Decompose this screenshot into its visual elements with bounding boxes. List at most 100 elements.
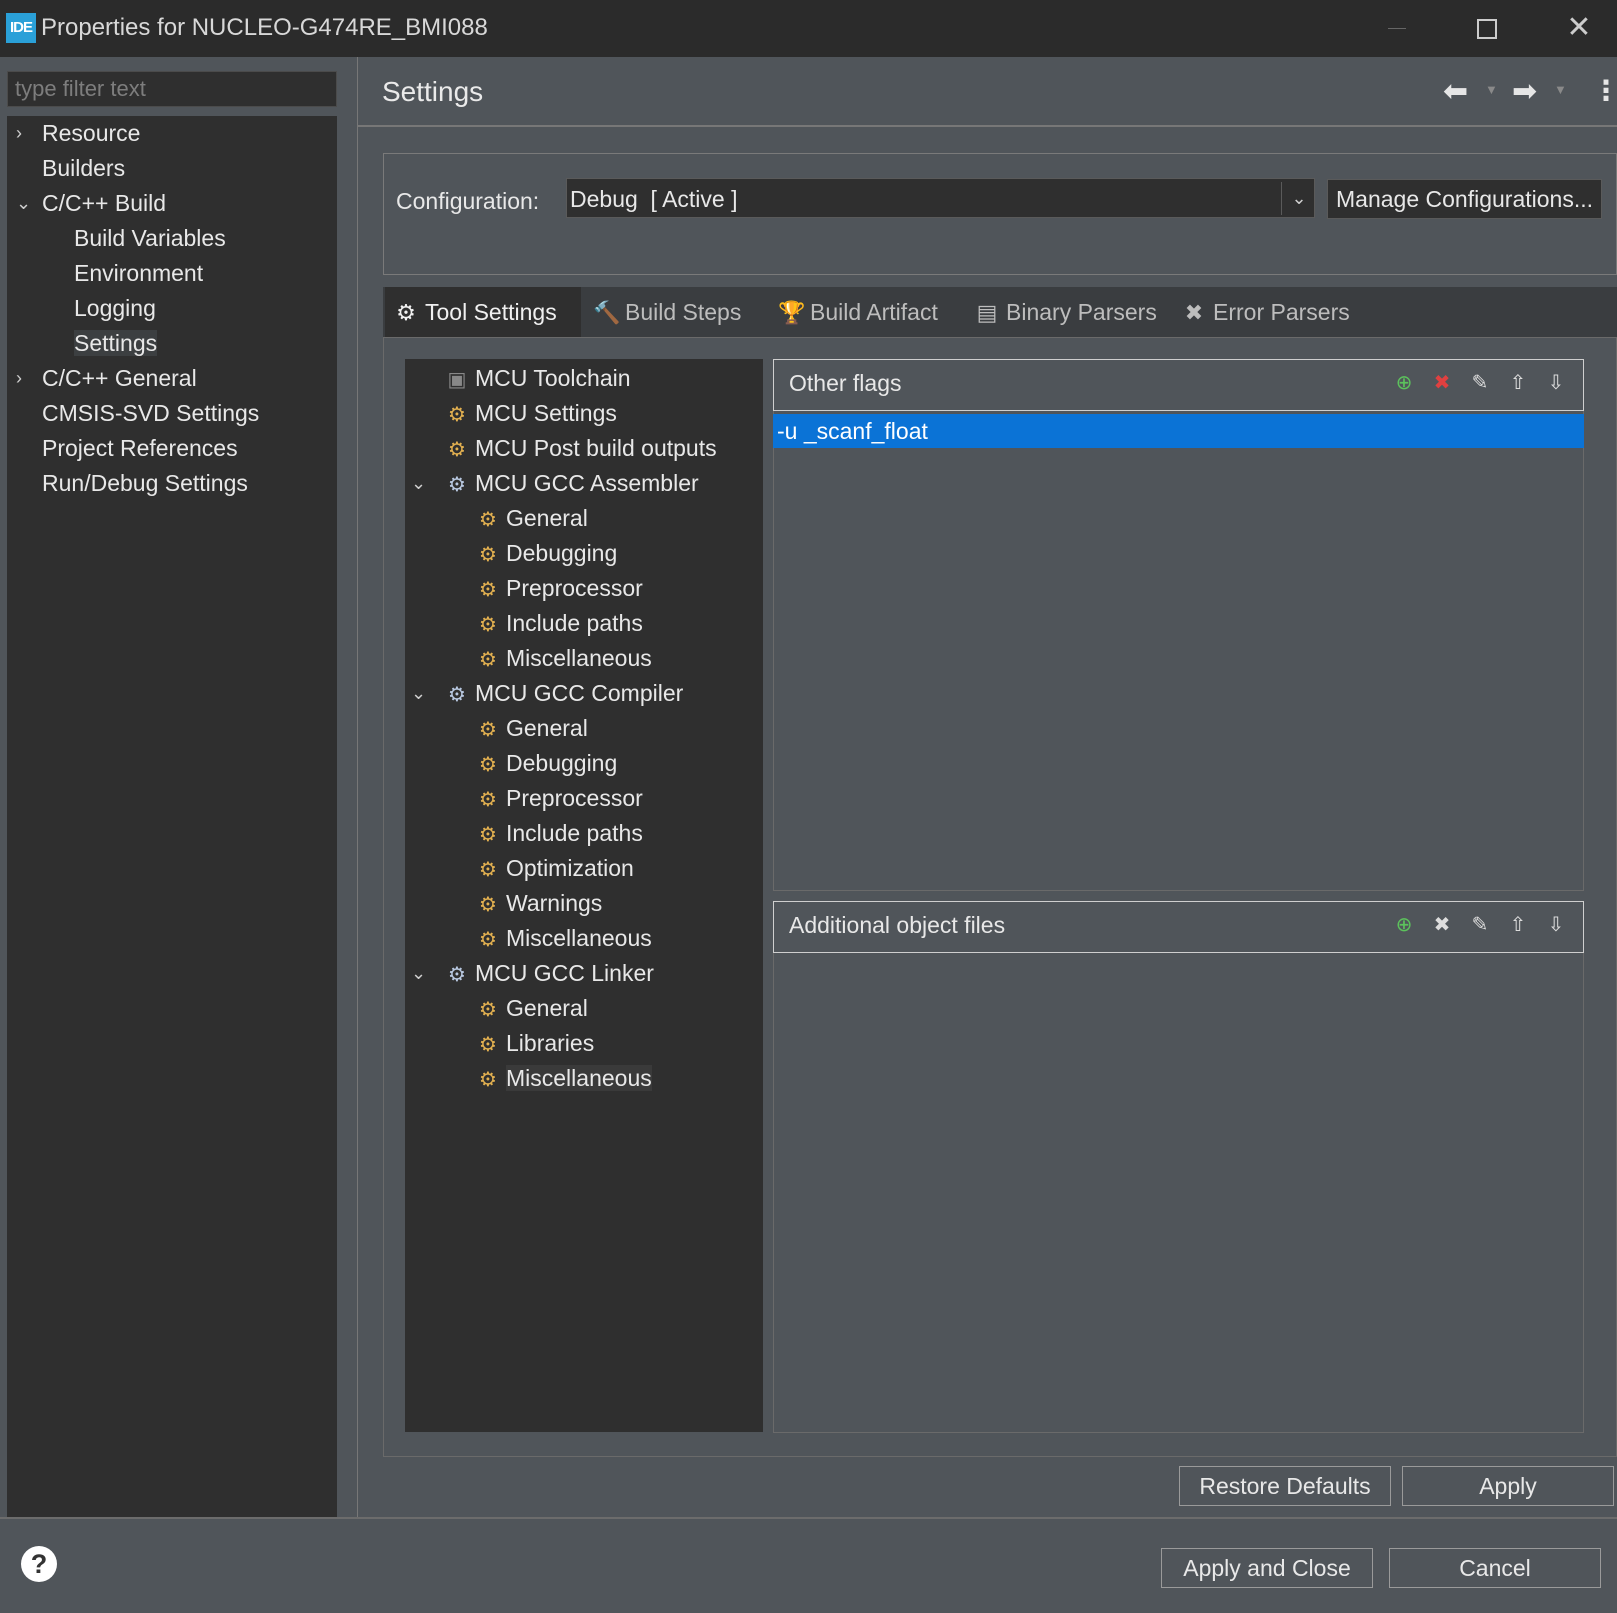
tool-tree-item[interactable]: ⚙ MCU Settings xyxy=(443,396,617,430)
nav-item-label: C/C++ Build xyxy=(42,190,167,216)
tool-tree-item[interactable]: ⚙ General xyxy=(474,991,588,1025)
nav-item[interactable]: Environment xyxy=(74,256,203,290)
tool-tree-item[interactable]: ▣ MCU Toolchain xyxy=(443,361,631,395)
forward-dropdown-icon[interactable]: ▼ xyxy=(1554,82,1567,97)
nav-item[interactable]: Project References xyxy=(42,431,238,465)
tool-tree-label: Miscellaneous xyxy=(506,645,652,671)
tool-tree-item[interactable]: ⚙ Preprocessor xyxy=(474,781,643,815)
settings-folder-icon: ⚙ xyxy=(479,544,497,566)
settings-folder-icon: ⚙ xyxy=(479,614,497,636)
settings-folder-icon: ⚙ xyxy=(479,1069,497,1091)
tool-tree-item[interactable]: ⚙ Miscellaneous xyxy=(474,641,652,675)
chevron-down-icon[interactable]: ⌄ xyxy=(16,186,36,220)
tool-tree-label: Preprocessor xyxy=(506,785,643,811)
nav-item[interactable]: Run/Debug Settings xyxy=(42,466,248,500)
chevron-down-icon[interactable]: ⌄ xyxy=(411,956,431,990)
tool-settings-tree[interactable]: ▣ MCU Toolchain ⚙ MCU Settings ⚙ MCU Post bui… xyxy=(405,359,763,1432)
tool-tree-label: Include paths xyxy=(506,820,643,846)
tool-tree-item[interactable]: ⚙ Preprocessor xyxy=(474,571,643,605)
tool-tree-item[interactable]: ⌄ ⚙ MCU GCC Compiler xyxy=(411,676,683,710)
nav-item[interactable]: Settings xyxy=(74,326,158,360)
cancel-button[interactable]: Cancel xyxy=(1389,1548,1601,1588)
chevron-down-icon[interactable]: ⌄ xyxy=(411,466,431,500)
tool-tree-item[interactable]: ⚙ Debugging xyxy=(474,536,617,570)
tool-tree-item[interactable]: ⚙ Miscellaneous xyxy=(474,1061,652,1095)
tool-tree-label: Miscellaneous xyxy=(506,925,652,951)
tool-tree-item[interactable]: ⚙ Include paths xyxy=(474,816,643,850)
flags-move-down-icon[interactable]: ⇩ xyxy=(1542,368,1570,398)
nav-item[interactable]: Builders xyxy=(42,151,125,185)
tab-build-artifact[interactable]: 🏆 Build Artifact xyxy=(770,287,960,337)
tool-tree-item[interactable]: ⚙ Warnings xyxy=(474,886,602,920)
nav-item[interactable]: › C/C++ General xyxy=(16,361,197,395)
tool-tree-item[interactable]: ⚙ Debugging xyxy=(474,746,617,780)
help-icon[interactable]: ? xyxy=(21,1546,57,1582)
settings-folder-icon: ⚙ xyxy=(479,859,497,881)
tool-tree-item[interactable]: ⚙ Include paths xyxy=(474,606,643,640)
restore-defaults-button[interactable]: Restore Defaults xyxy=(1179,1466,1391,1506)
tool-tree-label: MCU GCC Assembler xyxy=(475,470,699,496)
back-dropdown-icon[interactable]: ▼ xyxy=(1485,82,1498,97)
tab-error-parsers[interactable]: ✖ Error Parsers xyxy=(1173,287,1373,337)
flag-list-item[interactable]: -u _scanf_float xyxy=(773,414,1584,448)
settings-folder-icon: ⚙ xyxy=(448,439,466,461)
tool-tree-item[interactable]: ⚙ Miscellaneous xyxy=(474,921,652,955)
nav-item[interactable]: ⌄ C/C++ Build xyxy=(16,186,167,220)
objects-add-icon[interactable]: ⊕ xyxy=(1390,910,1418,940)
tab-binary-parsers[interactable]: ▤ Binary Parsers xyxy=(966,287,1166,337)
close-button[interactable]: ✕ xyxy=(1555,8,1603,48)
nav-item-label: Run/Debug Settings xyxy=(42,470,248,496)
back-icon[interactable]: ⬅ xyxy=(1443,74,1468,109)
nav-item[interactable]: Logging xyxy=(74,291,156,325)
tab-label: Error Parsers xyxy=(1213,299,1350,325)
chevron-right-icon[interactable]: › xyxy=(16,361,36,395)
minimize-button[interactable] xyxy=(1374,8,1422,48)
configuration-value[interactable]: Debug [ Active ] xyxy=(570,186,737,213)
tab-tool-settings[interactable]: ⚙ Tool Settings xyxy=(385,287,581,337)
settings-folder-icon: ⚙ xyxy=(479,754,497,776)
flags-delete-icon[interactable]: ✖ xyxy=(1428,368,1456,398)
flags-move-up-icon[interactable]: ⇧ xyxy=(1504,368,1532,398)
objects-move-down-icon[interactable]: ⇩ xyxy=(1542,910,1570,940)
chevron-right-icon[interactable]: › xyxy=(16,116,36,150)
nav-item[interactable]: CMSIS-SVD Settings xyxy=(42,396,259,430)
window-title: Properties for NUCLEO-G474RE_BMI088 xyxy=(41,14,488,41)
tool-tree-item[interactable]: ⚙ Libraries xyxy=(474,1026,594,1060)
flags-edit-icon[interactable]: ✎ xyxy=(1466,368,1494,398)
nav-item-label: Settings xyxy=(74,330,158,356)
manage-configurations-button[interactable]: Manage Configurations... xyxy=(1327,179,1602,219)
nav-item[interactable]: Build Variables xyxy=(74,221,226,255)
apply-and-close-button[interactable]: Apply and Close xyxy=(1161,1548,1373,1588)
tool-tree-item[interactable]: ⚙ General xyxy=(474,501,588,535)
filter-input[interactable] xyxy=(7,71,337,107)
settings-folder-icon: ⚙ xyxy=(479,509,497,531)
tool-tree-item[interactable]: ⌄ ⚙ MCU GCC Assembler xyxy=(411,466,699,500)
tool-gear-icon: ⚙ xyxy=(448,964,466,986)
tab-label: Tool Settings xyxy=(425,299,557,325)
objects-delete-icon[interactable]: ✖ xyxy=(1428,910,1456,940)
forward-icon[interactable]: ➡ xyxy=(1512,74,1537,109)
chevron-down-icon[interactable]: ⌄ xyxy=(411,676,431,710)
dialog-separator xyxy=(0,1517,1617,1519)
tool-tree-item[interactable]: ⌄ ⚙ MCU GCC Linker xyxy=(411,956,654,990)
tool-tree-item[interactable]: ⚙ General xyxy=(474,711,588,745)
settings-folder-icon: ⚙ xyxy=(479,999,497,1021)
tool-tree-item[interactable]: ⚙ MCU Post build outputs xyxy=(443,431,717,465)
tool-tree-label: MCU Toolchain xyxy=(475,365,631,391)
settings-folder-icon: ⚙ xyxy=(448,404,466,426)
chevron-down-icon[interactable]: ⌄ xyxy=(1281,182,1316,215)
apply-button[interactable]: Apply xyxy=(1402,1466,1614,1506)
objects-edit-icon[interactable]: ✎ xyxy=(1466,910,1494,940)
objects-move-up-icon[interactable]: ⇧ xyxy=(1504,910,1532,940)
tool-tree-label: General xyxy=(506,715,588,741)
flags-add-icon[interactable]: ⊕ xyxy=(1390,368,1418,398)
nav-item[interactable]: › Resource xyxy=(16,116,140,150)
maximize-button[interactable] xyxy=(1462,8,1510,48)
tab-label: Build Steps xyxy=(625,299,742,325)
tab-build-steps[interactable]: 🔨 Build Steps xyxy=(585,287,765,337)
tool-tree-item[interactable]: ⚙ Optimization xyxy=(474,851,634,885)
property-page-tree[interactable]: › Resource Builders ⌄ C/C++ Build Build Varia… xyxy=(7,116,337,1517)
settings-folder-icon: ⚙ xyxy=(479,649,497,671)
view-menu-icon[interactable]: ⋮ xyxy=(1592,74,1617,107)
panel-splitter[interactable] xyxy=(357,57,358,1517)
